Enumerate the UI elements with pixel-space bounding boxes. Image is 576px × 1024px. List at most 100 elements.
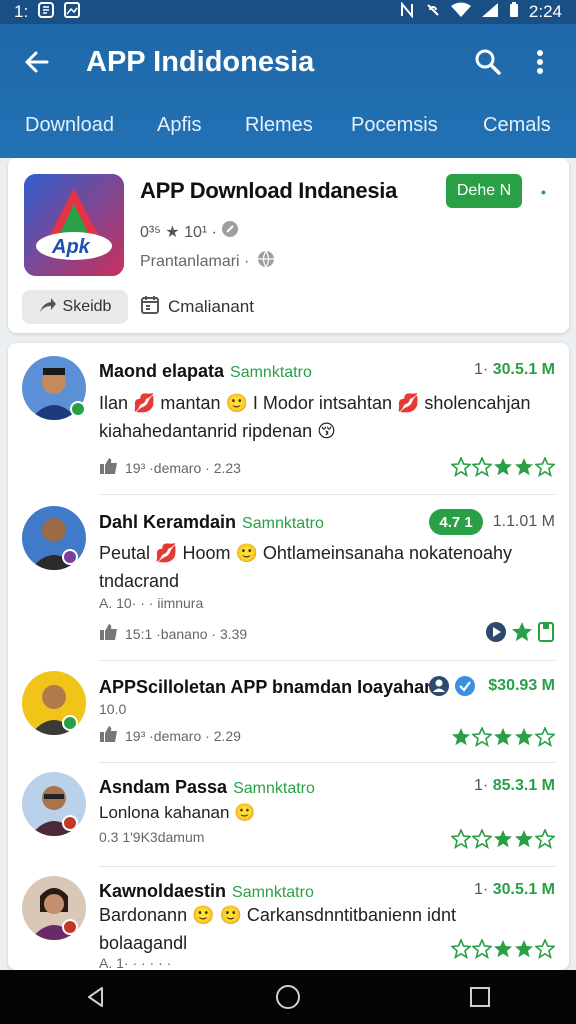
play-circle-icon[interactable] bbox=[485, 621, 507, 648]
star-icon bbox=[493, 939, 513, 964]
publisher-name[interactable]: Prantanlamari · bbox=[140, 253, 249, 271]
tab-download[interactable]: Download bbox=[25, 114, 114, 137]
review-text-value: 10.0 bbox=[99, 701, 127, 717]
reviewer-tag: Samnktatro bbox=[233, 780, 315, 797]
review-text: Peutal 💋 Hoom 🙂 Ohtlameinsanaha nokateno… bbox=[99, 543, 513, 591]
home-circle-icon[interactable] bbox=[268, 977, 308, 1017]
star-icon bbox=[534, 725, 556, 752]
review-sub: A. 1· · · · · · bbox=[99, 955, 171, 970]
review-actions bbox=[485, 621, 555, 648]
verified-badge-icon bbox=[62, 715, 78, 731]
review-footer-text: 19³ ·demaro · 2.29 bbox=[125, 727, 241, 744]
battery-icon bbox=[509, 1, 519, 23]
verified-badge-icon bbox=[62, 549, 78, 565]
review-footer-text: 0.3 1'9K3damum bbox=[99, 829, 205, 845]
app-logo[interactable]: Apk bbox=[24, 174, 124, 276]
review-sub-text: A. 1· · · · · · bbox=[99, 955, 172, 970]
tab-cemals[interactable]: Cemals bbox=[483, 114, 551, 137]
review-text: 10.0 bbox=[99, 701, 126, 717]
overflow-menu-icon[interactable] bbox=[520, 42, 560, 82]
calendar-label: Cmalianant bbox=[168, 297, 254, 316]
vibrate-icon bbox=[425, 2, 441, 23]
list-item[interactable]: APPScilloletan APP bnamdan Ioayahan $30.… bbox=[8, 661, 569, 763]
star-icon bbox=[493, 727, 513, 752]
thumbs-up-icon[interactable] bbox=[99, 725, 119, 746]
reviewer-name-text: Kawnoldaestin bbox=[99, 881, 227, 901]
thumbs-up-icon[interactable] bbox=[99, 457, 119, 478]
review-text: Bardonann 🙂 🙂 Carkansdnntitbanienn idnt … bbox=[99, 905, 457, 953]
star-icon bbox=[450, 827, 472, 854]
notification-icon bbox=[38, 1, 55, 23]
reviewer-tag: Samnktatro bbox=[232, 884, 314, 901]
tab-rlemes[interactable]: Rlemes bbox=[245, 114, 313, 137]
reviewer-name-text: APPScilloletan APP bnamdan Ioayahan bbox=[99, 677, 436, 697]
review-meta-prefix: 1· bbox=[474, 881, 489, 898]
star-icon bbox=[534, 827, 556, 854]
install-button[interactable]: Dehe N bbox=[446, 174, 522, 208]
review-meta: 4.7 1 1.1.01 M bbox=[429, 509, 555, 535]
status-left-text: 1: bbox=[14, 2, 29, 21]
list-item[interactable]: Dahl Keramdain Samnktatro 4.7 1 1.1.01 M … bbox=[8, 495, 569, 661]
rating-pill[interactable]: 4.7 1 bbox=[429, 509, 483, 535]
bookmark-icon[interactable] bbox=[537, 621, 555, 648]
recents-square-icon[interactable] bbox=[460, 977, 500, 1017]
list-item[interactable]: Kawnoldaestin Samnktatro 1· 30.5.1 M Bard… bbox=[8, 867, 569, 970]
verified-badge-icon bbox=[70, 401, 86, 417]
check-badge-icon bbox=[454, 675, 476, 702]
review-meta: 1· 30.5.1 M bbox=[474, 361, 555, 379]
review-meta-value: 30.5.1 M bbox=[492, 361, 555, 378]
nfc-icon bbox=[399, 0, 415, 23]
review-meta-prefix: 1· bbox=[474, 777, 489, 794]
reviewer-name: Dahl Keramdain Samnktatro bbox=[99, 512, 324, 533]
app-name: APP Download Indanesia bbox=[140, 178, 398, 203]
review-footer: 0.3 1'9K3damum bbox=[99, 829, 204, 845]
clock-time: 2:24 bbox=[528, 2, 562, 21]
reviews-list: Maond elapata Samnktatro 1· 30.5.1 M Ilan… bbox=[8, 343, 569, 970]
rating-row: 0³⁵ ★ 10¹ · bbox=[140, 220, 239, 243]
tab-apfis[interactable]: Apfis bbox=[157, 114, 201, 137]
thumbs-up-icon[interactable] bbox=[99, 623, 119, 644]
app-bar: APP Indidonesia Download Apfis Rlemes Po… bbox=[0, 24, 576, 158]
rating-text: 0³⁵ ★ 10¹ · bbox=[140, 223, 217, 241]
reviewer-name-text: Maond elapata bbox=[99, 361, 225, 381]
search-icon[interactable] bbox=[468, 42, 508, 82]
review-footer: 15:1 ·banano · 3.39 bbox=[99, 623, 247, 644]
review-sub-text: A. 10· · · iimnura bbox=[99, 595, 204, 611]
star-icon bbox=[450, 937, 472, 964]
star-rating bbox=[450, 827, 556, 854]
more-options-icon[interactable]: • bbox=[541, 184, 546, 200]
verified-badge-icon bbox=[62, 919, 78, 935]
share-button[interactable]: Skeidb bbox=[22, 290, 128, 324]
review-meta-prefix: 1· bbox=[474, 361, 489, 378]
back-arrow-icon[interactable] bbox=[16, 42, 56, 82]
reviewer-name: APPScilloletan APP bnamdan Ioayahan bbox=[99, 677, 435, 698]
review-text: Ilan 💋 mantan 🙂 I Modor intsahtan 💋 shol… bbox=[99, 393, 531, 441]
review-badges bbox=[428, 675, 476, 702]
star-icon bbox=[514, 457, 534, 482]
star-icon bbox=[493, 829, 513, 854]
globe-icon bbox=[257, 250, 275, 273]
review-meta-value: 30.5.1 M bbox=[492, 881, 555, 898]
wifi-icon bbox=[450, 2, 471, 23]
reviewer-name: Asndam Passa Samnktatro bbox=[99, 777, 315, 798]
reviewer-name: Kawnoldaestin Samnktatro bbox=[99, 881, 314, 902]
review-meta: 1· 85.3.1 M bbox=[474, 777, 555, 795]
share-label: Skeidb bbox=[62, 298, 112, 315]
info-icon[interactable] bbox=[221, 220, 239, 243]
list-item[interactable]: Asndam Passa Samnktatro 1· 85.3.1 M Lonlo… bbox=[8, 763, 569, 867]
system-nav-bar bbox=[0, 970, 576, 1024]
page-title: APP Indidonesia bbox=[86, 45, 315, 78]
back-triangle-icon[interactable] bbox=[76, 977, 116, 1017]
reviewer-name-text: Dahl Keramdain bbox=[99, 512, 237, 532]
calendar-button[interactable]: Cmalianant bbox=[140, 290, 254, 324]
star-icon bbox=[471, 725, 493, 752]
review-text: Lonlona kahanan 🙂 bbox=[99, 803, 256, 822]
tab-pocemsis[interactable]: Pocemsis bbox=[351, 114, 438, 137]
list-item[interactable]: Maond elapata Samnktatro 1· 30.5.1 M Ilan… bbox=[8, 343, 569, 495]
signal-icon bbox=[481, 2, 499, 23]
review-sub: A. 10· · · iimnura bbox=[99, 595, 203, 611]
star-icon bbox=[514, 727, 534, 752]
review-meta-value: 1.1.01 M bbox=[492, 513, 555, 530]
star-icon bbox=[471, 827, 493, 854]
star-rating bbox=[450, 455, 556, 482]
